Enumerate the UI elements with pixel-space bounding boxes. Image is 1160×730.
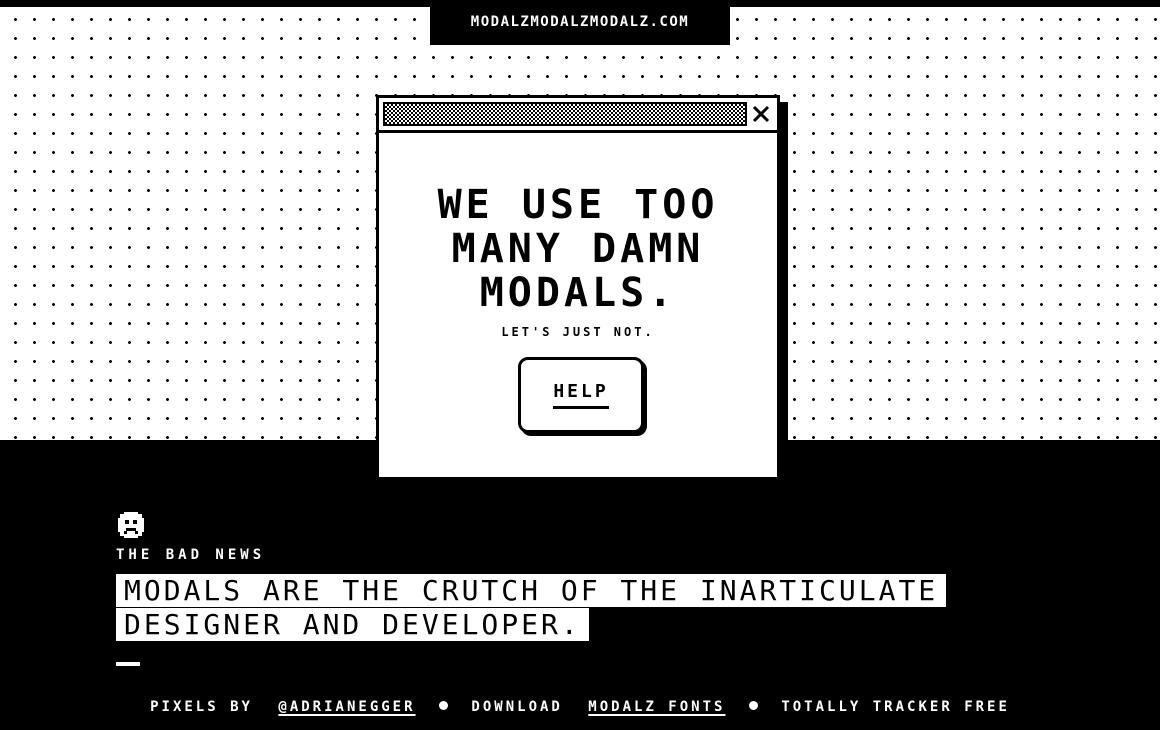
site-name-tab[interactable]: MODALZMODALZMODALZ.COM (430, 7, 730, 45)
help-button-label: HELP (553, 381, 609, 409)
modal-title-line: MODALS. (479, 270, 677, 316)
titlebar-pattern (383, 102, 747, 126)
fonts-link[interactable]: MODALZ FONTS (588, 699, 725, 715)
quote-text: MODALS ARE THE CRUTCH OF THE INARTICULAT… (116, 574, 947, 641)
divider-dash (116, 662, 140, 666)
modal-body: WE USE TOO MANY DAMN MODALS. LET'S JUST … (379, 133, 777, 477)
modal-title-line: WE USE TOO (437, 182, 719, 228)
footer-pixels-by: PIXELS BY (150, 699, 253, 715)
sad-face-icon (118, 512, 144, 538)
modal-subtitle: LET'S JUST NOT. (501, 325, 655, 339)
help-button[interactable]: HELP (518, 357, 644, 433)
bullet-icon (438, 701, 448, 710)
modal-title: WE USE TOO MANY DAMN MODALS. (379, 183, 777, 315)
close-button[interactable] (745, 98, 777, 130)
author-link[interactable]: @ADRIANEGGER (278, 699, 415, 715)
bullet-icon (748, 701, 758, 710)
modal-titlebar[interactable] (379, 98, 777, 133)
footer-tracker-free: TOTALLY TRACKER FREE (781, 699, 1010, 715)
section-label: THE BAD NEWS (116, 547, 266, 563)
modal-window: WE USE TOO MANY DAMN MODALS. LET'S JUST … (376, 95, 780, 480)
footer: PIXELS BY @ADRIANEGGER DOWNLOAD MODALZ F… (0, 699, 1160, 715)
site-name[interactable]: MODALZMODALZMODALZ.COM (471, 14, 689, 30)
modal-title-line: MANY DAMN (451, 226, 705, 272)
bad-news-quote: MODALS ARE THE CRUTCH OF THE INARTICULAT… (116, 574, 1016, 642)
footer-download: DOWNLOAD (471, 699, 563, 715)
close-icon (752, 105, 770, 123)
